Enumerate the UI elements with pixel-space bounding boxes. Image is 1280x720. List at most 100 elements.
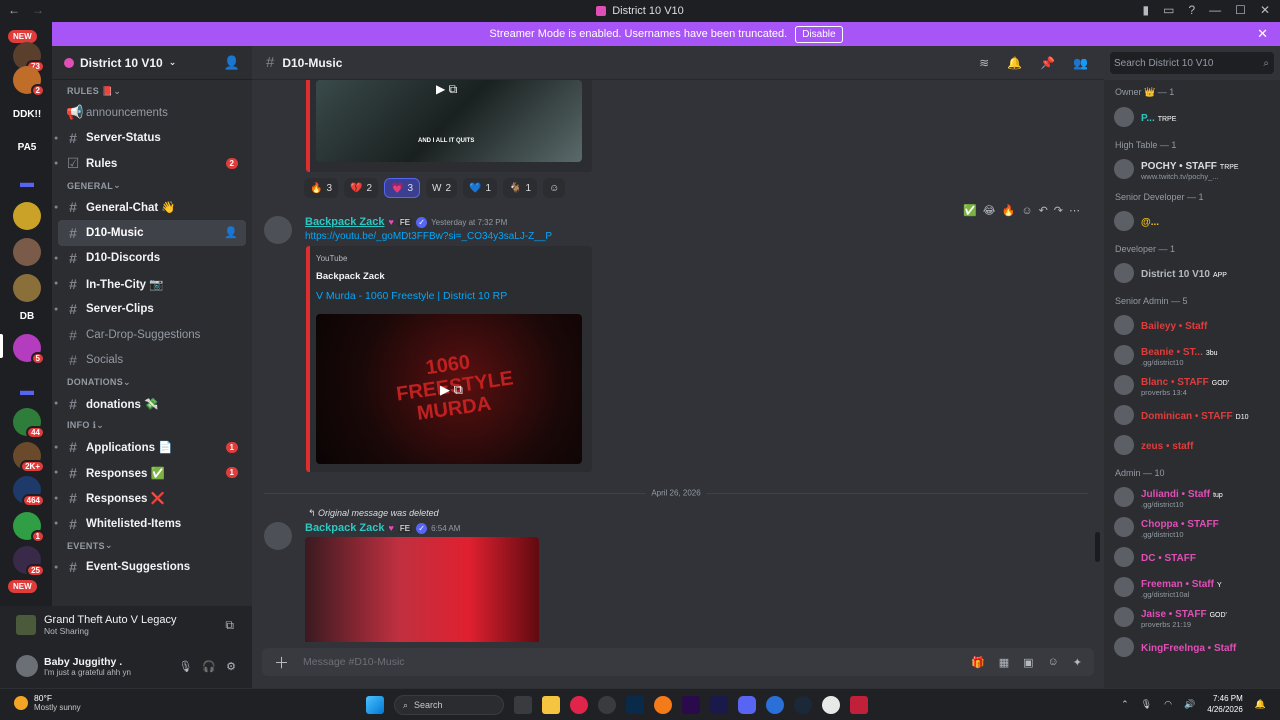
server-icon[interactable]: 2K+ xyxy=(13,442,45,473)
guild-header[interactable]: District 10 V10 ⌄ 👤 xyxy=(52,46,252,80)
server-icon[interactable]: ▬ xyxy=(13,376,41,404)
image-attachment[interactable] xyxy=(305,537,539,642)
server-icon[interactable]: 5 xyxy=(13,334,45,365)
category-header[interactable]: INFO ℹ ⌄ xyxy=(52,417,252,435)
avatar[interactable] xyxy=(1114,159,1134,179)
channel-item[interactable]: ● # donations 💸 xyxy=(52,391,246,417)
avatar[interactable] xyxy=(264,216,292,244)
channel-item[interactable]: ● # Server-Status xyxy=(52,126,246,152)
reaction-button[interactable]: 🔥 3 xyxy=(304,178,339,198)
task-view-icon[interactable] xyxy=(514,696,532,714)
gif-icon[interactable]: ▦ xyxy=(999,656,1009,669)
message-composer[interactable]: ＋ Message #D10-Music 🎁 ▦ ▣ ☺ ✦ xyxy=(262,648,1094,676)
inbox-icon[interactable]: ▭ xyxy=(1163,3,1174,17)
member-row[interactable]: Choppa • STAFF .gg/district10 xyxy=(1104,512,1280,542)
back-arrow-icon[interactable]: ← xyxy=(8,3,20,17)
forward-icon[interactable]: ↷ xyxy=(1054,204,1063,217)
emoji-icon[interactable]: ☺ xyxy=(1048,656,1059,669)
member-row[interactable]: POCHY • STAFF TRPE www.twitch.tv/pochy_... xyxy=(1104,154,1280,184)
bookmark-icon[interactable]: ▮ xyxy=(1143,3,1150,17)
server-icon[interactable] xyxy=(13,274,41,302)
server-icon[interactable]: 44 xyxy=(13,408,45,439)
author-name[interactable]: Backpack Zack xyxy=(305,216,385,228)
channel-item[interactable]: ● # Whitelisted-Items xyxy=(52,511,246,537)
forward-arrow-icon[interactable]: → xyxy=(32,3,44,17)
author-name[interactable]: Backpack Zack xyxy=(305,522,385,534)
maximize-button[interactable]: ☐ xyxy=(1235,3,1246,17)
scrollbar[interactable] xyxy=(1095,532,1100,562)
discord-icon[interactable] xyxy=(738,696,756,714)
play-icon[interactable]: ▶ ⧉ xyxy=(440,382,463,398)
gift-icon[interactable]: 🎁 xyxy=(971,656,985,669)
server-icon[interactable]: 25 xyxy=(13,546,45,577)
chevron-up-icon[interactable]: ⌃ xyxy=(1121,699,1129,710)
category-header[interactable]: RULES 📕 ⌄ xyxy=(52,82,252,100)
avatar[interactable] xyxy=(264,522,292,550)
member-row[interactable]: Dominican • STAFF D10 xyxy=(1104,400,1280,430)
play-icon[interactable]: ▶ ⧉ xyxy=(436,82,457,97)
member-row[interactable]: KingFreelnga • Staff xyxy=(1104,632,1280,662)
avatar[interactable] xyxy=(1114,517,1134,537)
member-row[interactable]: @... xyxy=(1104,206,1280,236)
channel-item[interactable]: ● # Responses ✅ 1 xyxy=(52,460,246,486)
server-icon[interactable]: 2 xyxy=(13,66,45,97)
add-reaction-icon[interactable]: ☺ xyxy=(1021,205,1032,217)
add-member-icon[interactable]: 👤 xyxy=(224,55,240,71)
embed-author[interactable]: Backpack Zack xyxy=(316,271,385,282)
red-app-icon[interactable] xyxy=(850,696,868,714)
microphone-icon[interactable]: 🎙 xyxy=(1141,699,1152,710)
vpn-icon[interactable] xyxy=(766,696,784,714)
disable-streamer-button[interactable]: Disable xyxy=(795,25,843,43)
server-icon[interactable] xyxy=(13,202,41,230)
sticker-icon[interactable]: ▣ xyxy=(1023,656,1033,669)
category-header[interactable]: EVENTS ⌄ xyxy=(52,537,252,555)
avatar[interactable] xyxy=(1114,607,1134,627)
embed-title[interactable]: V Murda - 1060 Freestyle | District 10 R… xyxy=(316,290,507,302)
channel-item[interactable]: ● # In-The-City 📷 xyxy=(52,271,246,297)
avatar[interactable] xyxy=(1114,637,1134,657)
server-icon[interactable]: DB xyxy=(13,302,41,330)
add-member-icon[interactable]: 👤 xyxy=(224,226,238,239)
category-header[interactable]: GENERAL ⌄ xyxy=(52,177,252,195)
server-icon[interactable]: PA5 xyxy=(13,133,41,161)
react-fire-icon[interactable]: 🔥 xyxy=(1002,204,1016,217)
search-input[interactable]: Search District 10 V10 ⌕ xyxy=(1110,52,1274,74)
video-thumbnail[interactable]: 1060 FREESTYLE MURDA ▶ ⧉ xyxy=(316,314,582,464)
obs-icon[interactable] xyxy=(598,696,616,714)
channel-item[interactable]: ● # D10-Discords xyxy=(52,246,246,272)
opera-icon[interactable] xyxy=(570,696,588,714)
member-row[interactable]: DC • STAFF xyxy=(1104,542,1280,572)
apps-icon[interactable]: ✦ xyxy=(1073,656,1082,669)
video-thumbnail[interactable]: ▶ ⧉ AND I ALL IT QUITS xyxy=(316,80,582,162)
settings-gear-icon[interactable]: ⚙ xyxy=(226,660,236,673)
volume-icon[interactable]: 🔊 xyxy=(1184,699,1195,710)
avatar[interactable] xyxy=(1114,547,1134,567)
add-attachment-icon[interactable]: ＋ xyxy=(274,652,289,673)
channel-item[interactable]: ● # Responses ❌ xyxy=(52,486,246,512)
avatar[interactable] xyxy=(1114,211,1134,231)
message-input[interactable]: Message #D10-Music xyxy=(303,656,405,668)
file-explorer-icon[interactable] xyxy=(542,696,560,714)
chrome-icon[interactable] xyxy=(822,696,840,714)
channel-item[interactable]: # Socials xyxy=(52,348,246,374)
capcut-icon[interactable] xyxy=(654,696,672,714)
member-row[interactable]: Jaise • STAFF GOD' proverbs 21:19 xyxy=(1104,602,1280,632)
server-icon[interactable]: 1 xyxy=(13,512,45,543)
member-row[interactable]: Juliandi • Staff tup .gg/district10 xyxy=(1104,482,1280,512)
channel-item[interactable]: ● # Applications 📄 1 xyxy=(52,435,246,461)
server-icon[interactable]: 464 xyxy=(13,476,45,507)
member-row[interactable]: Baileyy • Staff xyxy=(1104,310,1280,340)
reaction-button[interactable]: 🐐 1 xyxy=(503,178,538,198)
avatar[interactable] xyxy=(1114,315,1134,335)
avatar[interactable] xyxy=(1114,263,1134,283)
after-effects-icon[interactable] xyxy=(710,696,728,714)
avatar[interactable] xyxy=(1114,405,1134,425)
steam-icon[interactable] xyxy=(794,696,812,714)
server-icon[interactable]: ▬ xyxy=(13,168,41,196)
category-header[interactable]: DONATIONS ⌄ xyxy=(52,373,252,391)
reaction-button[interactable]: ☺ xyxy=(543,178,566,198)
member-row[interactable]: Blanc • STAFF GOD' proverbs 13:4 xyxy=(1104,370,1280,400)
close-window-button[interactable]: ✕ xyxy=(1260,3,1270,17)
channel-item[interactable]: 📢 announcements xyxy=(52,100,246,126)
windows-start-icon[interactable] xyxy=(366,696,384,714)
